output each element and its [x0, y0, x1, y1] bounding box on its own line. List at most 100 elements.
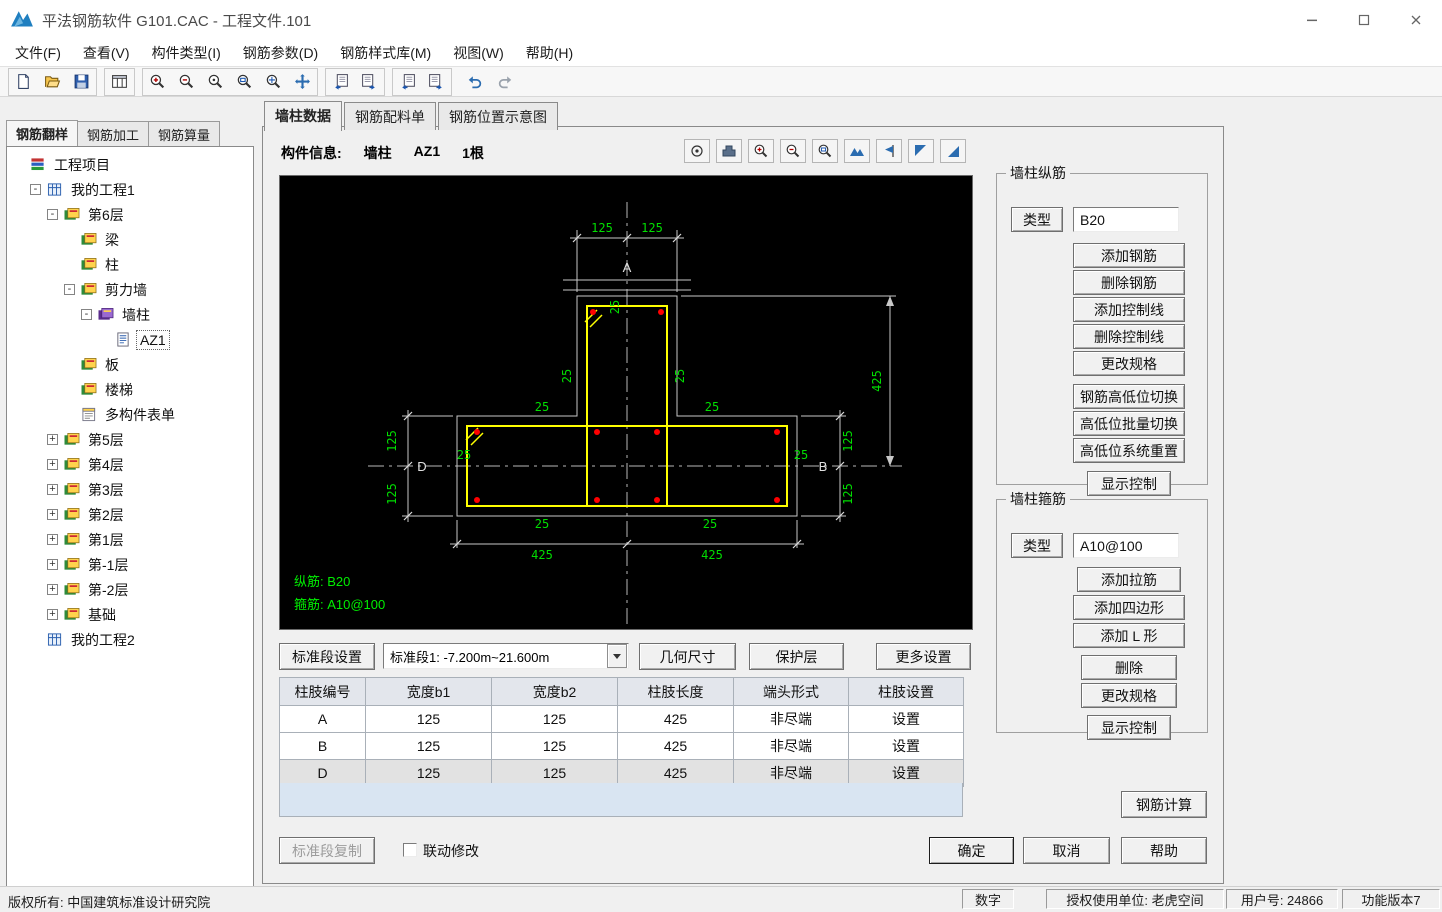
tree-expander[interactable]: + — [47, 484, 58, 495]
save-button[interactable] — [68, 70, 95, 94]
change-stirrup-spec-button[interactable]: 更改规格 — [1081, 683, 1177, 708]
more-settings-button[interactable]: 更多设置 — [876, 643, 971, 670]
cell-width-b1[interactable]: 125 — [366, 733, 492, 760]
tree-item-floor3[interactable]: +第3层 — [7, 477, 253, 502]
cell-limb-length[interactable]: 425 — [618, 706, 734, 733]
tree-item-foundation[interactable]: +基础 — [7, 602, 253, 627]
cell-end-type[interactable]: 非尽端 — [734, 706, 849, 733]
tree-item-slab[interactable]: 板 — [7, 352, 253, 377]
tree-item-project2[interactable]: 我的工程2 — [7, 627, 253, 652]
tab-rebar-schedule[interactable]: 钢筋配料单 — [344, 102, 436, 130]
high-low-system-reset-button[interactable]: 高低位系统重置 — [1073, 438, 1185, 463]
cell-limb-id[interactable]: B — [280, 733, 366, 760]
tab-rebar-detailing[interactable]: 钢筋翻样 — [6, 120, 78, 146]
plot-button[interactable] — [716, 139, 742, 163]
menu-help[interactable]: 帮助(H) — [515, 41, 584, 65]
tree-item-floor-minus2[interactable]: +第-2层 — [7, 577, 253, 602]
undo-button[interactable] — [461, 70, 488, 94]
tree-item-floor2[interactable]: +第2层 — [7, 502, 253, 527]
tree-item-beam[interactable]: 梁 — [7, 227, 253, 252]
high-low-batch-toggle-button[interactable]: 高低位批量切换 — [1073, 411, 1185, 436]
cover-layer-button[interactable]: 保护层 — [749, 643, 844, 670]
tree-item-wall-column[interactable]: -墙柱 — [7, 302, 253, 327]
tree-item-project1[interactable]: -我的工程1 — [7, 177, 253, 202]
tree-item-floor1[interactable]: +第1层 — [7, 527, 253, 552]
long-type-button[interactable]: 类型 — [1011, 207, 1063, 232]
zoom-out-button[interactable] — [173, 70, 200, 94]
zoom-in-button[interactable] — [144, 70, 171, 94]
zoom-window-button[interactable] — [231, 70, 258, 94]
menu-window[interactable]: 视图(W) — [442, 41, 515, 65]
tree-item-stairs[interactable]: 楼梯 — [7, 377, 253, 402]
tab-rebar-quantity[interactable]: 钢筋算量 — [148, 121, 220, 146]
tree-expander[interactable]: + — [47, 559, 58, 570]
change-spec-button[interactable]: 更改规格 — [1073, 351, 1185, 376]
help-button[interactable]: 帮助 — [1121, 837, 1207, 864]
standard-segment-settings-button[interactable]: 标准段设置 — [279, 643, 375, 670]
cell-settings-button[interactable]: 设置 — [849, 733, 964, 760]
tab-rebar-position-diagram[interactable]: 钢筋位置示意图 — [438, 102, 558, 130]
tree-expander[interactable]: - — [81, 309, 92, 320]
menu-file[interactable]: 文件(F) — [4, 41, 72, 65]
tree-expander[interactable]: + — [47, 534, 58, 545]
center-mark-button[interactable] — [684, 139, 710, 163]
canvas-zoom-window-button[interactable] — [812, 139, 838, 163]
segment-select[interactable]: 标准段1: -7.200m~21.600m — [383, 643, 629, 669]
menu-component-type[interactable]: 构件类型(I) — [141, 41, 232, 65]
drawing-canvas[interactable]: 125 125 A 25 25 25 425 125 125 125 125 D… — [279, 175, 973, 630]
tree-item-column[interactable]: 柱 — [7, 252, 253, 277]
pan-button[interactable] — [289, 70, 316, 94]
next-component-button[interactable] — [356, 70, 383, 94]
copy-standard-segment-button[interactable]: 标准段复制 — [279, 837, 375, 864]
menu-rebar-params[interactable]: 钢筋参数(D) — [232, 41, 329, 65]
delete-control-line-button[interactable]: 删除控制线 — [1073, 324, 1185, 349]
delete-rebar-button[interactable]: 删除钢筋 — [1073, 270, 1185, 295]
cell-limb-length[interactable]: 425 — [618, 733, 734, 760]
canvas-zoom-extents-button[interactable] — [844, 139, 870, 163]
tab-rebar-processing[interactable]: 钢筋加工 — [77, 121, 149, 146]
tree-expander[interactable]: - — [47, 209, 58, 220]
add-tie-button[interactable]: 添加拉筋 — [1077, 567, 1181, 592]
rebar-calculate-button[interactable]: 钢筋计算 — [1121, 791, 1207, 818]
rebar-high-low-toggle-button[interactable]: 钢筋高低位切换 — [1073, 384, 1185, 409]
open-button[interactable] — [39, 70, 66, 94]
tree-expander[interactable]: - — [30, 184, 41, 195]
geometry-size-button[interactable]: 几何尺寸 — [639, 643, 736, 670]
tree-expander[interactable]: + — [47, 509, 58, 520]
stirrup-type-button[interactable]: 类型 — [1011, 533, 1063, 558]
tree-item-floor5[interactable]: +第5层 — [7, 427, 253, 452]
zoom-extents-button[interactable] — [260, 70, 287, 94]
magnifier-button[interactable] — [202, 70, 229, 94]
new-button[interactable] — [10, 70, 37, 94]
tree-item-floor6[interactable]: -第6层 — [7, 202, 253, 227]
prev-view-button[interactable] — [394, 70, 421, 94]
menu-view[interactable]: 查看(V) — [72, 41, 141, 65]
component-form-button[interactable] — [106, 70, 133, 94]
tree-expander[interactable]: + — [47, 459, 58, 470]
cancel-button[interactable]: 取消 — [1023, 837, 1110, 864]
tree-expander[interactable]: + — [47, 584, 58, 595]
tree-item-az1[interactable]: AZ1 — [7, 327, 253, 352]
tree-item-floor-minus1[interactable]: +第-1层 — [7, 552, 253, 577]
cell-limb-id[interactable]: A — [280, 706, 366, 733]
prev-component-button[interactable] — [327, 70, 354, 94]
dropdown-arrow-icon[interactable] — [607, 644, 627, 668]
next-view-button[interactable] — [423, 70, 450, 94]
delete-stirrup-button[interactable]: 删除 — [1081, 655, 1177, 680]
tree-expander[interactable]: + — [47, 434, 58, 445]
stirrup-display-control-button[interactable]: 显示控制 — [1087, 715, 1171, 740]
tab-wall-column-data[interactable]: 墙柱数据 — [264, 101, 342, 131]
tree-item-project-root[interactable]: 工程项目 — [7, 152, 253, 177]
ok-button[interactable]: 确定 — [929, 837, 1014, 864]
mirror-horizontal-button[interactable] — [876, 139, 902, 163]
maximize-button[interactable] — [1338, 0, 1390, 40]
minimize-button[interactable] — [1286, 0, 1338, 40]
stirrup-type-field[interactable]: A10@100 — [1073, 533, 1179, 558]
redo-button[interactable] — [492, 70, 519, 94]
long-type-field[interactable]: B20 — [1073, 207, 1179, 232]
cell-settings-button[interactable]: 设置 — [849, 706, 964, 733]
cell-end-type[interactable]: 非尽端 — [734, 733, 849, 760]
tree-item-multi-component-form[interactable]: 多构件表单 — [7, 402, 253, 427]
tree-item-shear-wall[interactable]: -剪力墙 — [7, 277, 253, 302]
cell-width-b2[interactable]: 125 — [492, 733, 618, 760]
